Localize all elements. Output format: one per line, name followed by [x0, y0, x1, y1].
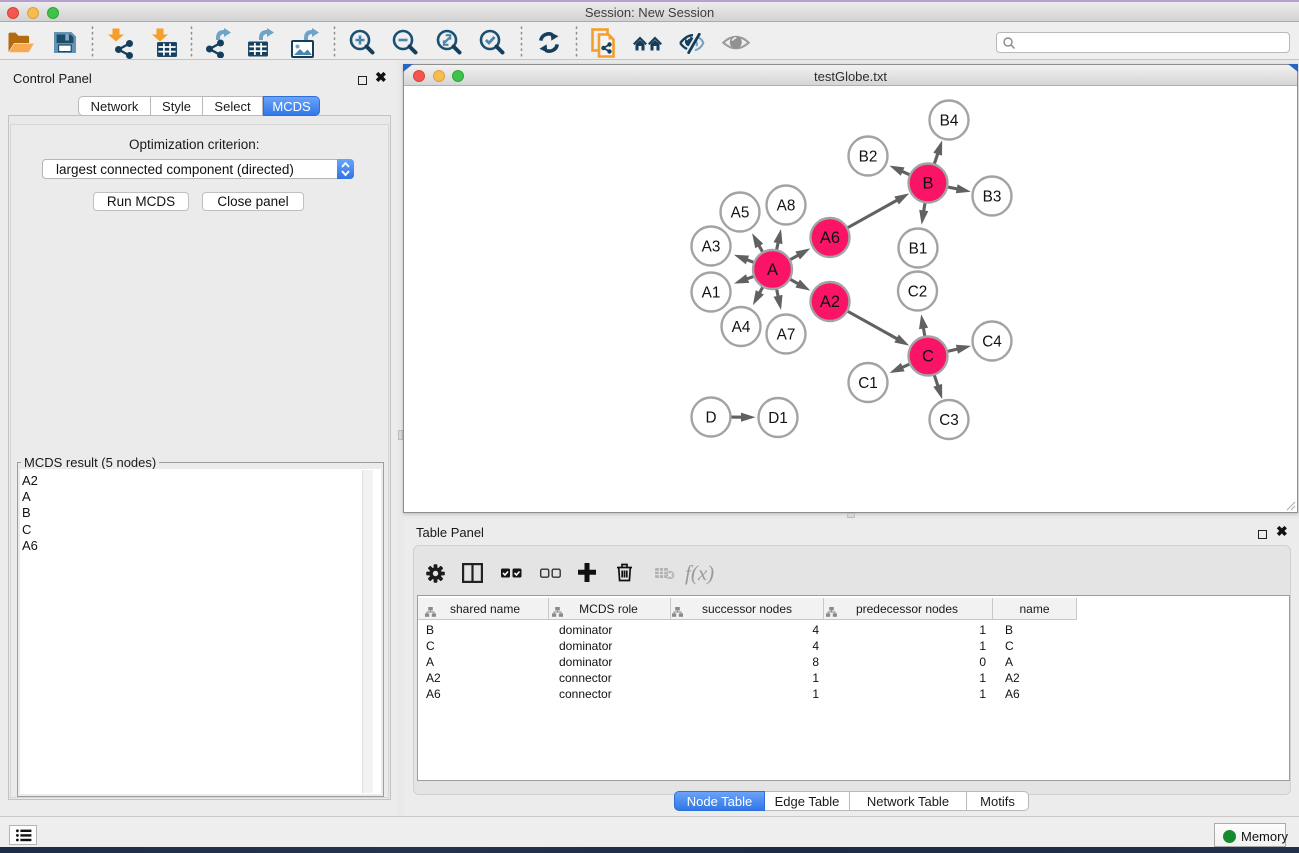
- svg-text:A3: A3: [702, 239, 721, 256]
- svg-text:A: A: [767, 261, 778, 279]
- svg-text:C1: C1: [858, 375, 878, 392]
- svg-text:A5: A5: [731, 205, 750, 222]
- svg-text:C3: C3: [939, 412, 959, 429]
- svg-text:C2: C2: [908, 284, 928, 301]
- svg-text:B: B: [922, 175, 933, 193]
- svg-text:A4: A4: [732, 319, 751, 336]
- svg-text:B4: B4: [940, 113, 959, 130]
- svg-text:A7: A7: [777, 327, 796, 344]
- svg-text:D1: D1: [768, 410, 788, 427]
- svg-text:A2: A2: [820, 293, 840, 311]
- svg-text:A1: A1: [702, 285, 721, 302]
- svg-text:B2: B2: [859, 149, 878, 166]
- svg-text:C: C: [922, 348, 934, 366]
- svg-text:A6: A6: [820, 229, 840, 247]
- svg-text:C4: C4: [982, 334, 1002, 351]
- svg-text:A8: A8: [777, 198, 796, 215]
- svg-text:D: D: [705, 410, 716, 427]
- svg-text:B1: B1: [909, 241, 928, 258]
- svg-text:B3: B3: [983, 189, 1002, 206]
